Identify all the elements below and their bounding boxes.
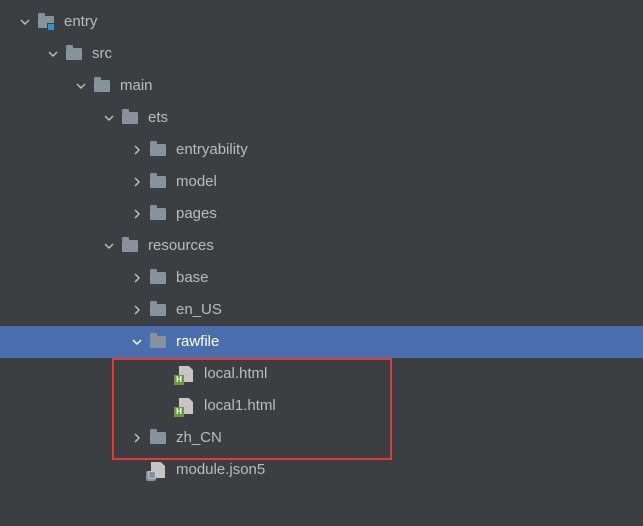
tree-item-model[interactable]: model [0,166,643,198]
tree-item-src[interactable]: src [0,38,643,70]
tree-item-local-html[interactable]: local.html [0,358,643,390]
chevron-down-icon[interactable] [100,237,118,255]
tree-label: base [176,262,209,294]
folder-icon [148,204,168,224]
chevron-right-icon[interactable] [128,269,146,287]
folder-icon [148,140,168,160]
tree-item-local1-html[interactable]: local1.html [0,390,643,422]
tree-label: main [120,70,153,102]
tree-label: entryability [176,134,248,166]
html-file-icon [176,364,196,384]
chevron-down-icon[interactable] [72,77,90,95]
chevron-right-icon[interactable] [128,429,146,447]
tree-label: pages [176,198,217,230]
tree-item-entryability[interactable]: entryability [0,134,643,166]
folder-icon [64,44,84,64]
tree-label: zh_CN [176,422,222,454]
folder-icon [148,300,168,320]
chevron-right-icon[interactable] [128,205,146,223]
tree-label: resources [148,230,214,262]
chevron-down-icon[interactable] [128,333,146,351]
chevron-right-icon[interactable] [128,301,146,319]
folder-icon [120,108,140,128]
tree-label: module.json5 [176,454,265,486]
project-tree: entry src main ets entryability model pa… [0,0,643,486]
tree-item-entry[interactable]: entry [0,6,643,38]
module-folder-icon [36,12,56,32]
tree-label: local1.html [204,390,276,422]
tree-item-pages[interactable]: pages [0,198,643,230]
tree-label: entry [64,6,97,38]
folder-icon [92,76,112,96]
tree-item-rawfile[interactable]: rawfile [0,326,643,358]
html-file-icon [176,396,196,416]
tree-item-zh-cn[interactable]: zh_CN [0,422,643,454]
folder-icon [148,428,168,448]
tree-item-ets[interactable]: ets [0,102,643,134]
chevron-down-icon[interactable] [16,13,34,31]
folder-icon [148,332,168,352]
tree-item-main[interactable]: main [0,70,643,102]
folder-icon [120,236,140,256]
chevron-down-icon[interactable] [44,45,62,63]
chevron-right-icon[interactable] [128,141,146,159]
tree-label: src [92,38,112,70]
folder-icon [148,268,168,288]
tree-item-base[interactable]: base [0,262,643,294]
tree-label: model [176,166,217,198]
chevron-down-icon[interactable] [100,109,118,127]
tree-label: rawfile [176,326,219,358]
tree-item-module-json5[interactable]: module.json5 [0,454,643,486]
chevron-right-icon[interactable] [128,173,146,191]
tree-item-en-us[interactable]: en_US [0,294,643,326]
json5-file-icon [148,460,168,480]
folder-icon [148,172,168,192]
tree-label: en_US [176,294,222,326]
tree-label: ets [148,102,168,134]
tree-item-resources[interactable]: resources [0,230,643,262]
tree-label: local.html [204,358,267,390]
